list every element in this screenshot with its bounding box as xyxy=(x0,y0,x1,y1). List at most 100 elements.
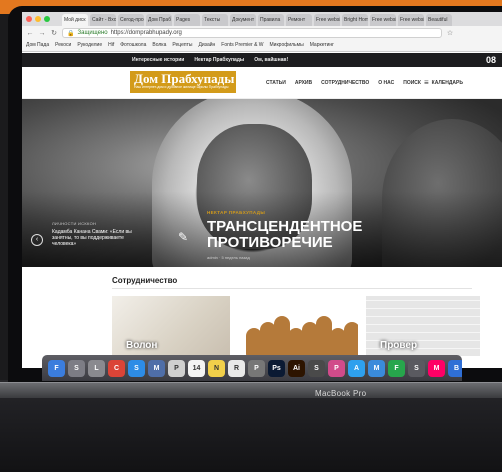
weather-day: 08 xyxy=(485,55,496,65)
bookmark-item[interactable]: Рекоси xyxy=(55,42,71,49)
calendar-label: КАЛЕНДАРЬ xyxy=(431,79,463,86)
calendar-link[interactable]: ≡ КАЛЕНДАРЬ xyxy=(424,78,463,87)
secure-label: Защищено xyxy=(77,30,108,36)
close-window-button[interactable] xyxy=(26,16,32,22)
bookmark-item[interactable]: Маркетинг xyxy=(310,42,334,49)
main-nav-item[interactable]: ПОИСК xyxy=(403,80,421,86)
article-card-2[interactable] xyxy=(238,296,358,356)
bookmark-item[interactable]: Рецепты xyxy=(172,42,192,49)
address-bar-row: ← → ↻ 🔒 Защищено https://domprabhupady.o… xyxy=(22,26,502,40)
top-strip-link[interactable]: Ом, вайшнав! xyxy=(254,57,288,63)
section-divider xyxy=(112,288,472,289)
browser-tab[interactable]: Тексты xyxy=(202,14,228,26)
browser-tab-strip: Мой дискСайт - ВходСегод-провДом ПрабPag… xyxy=(22,12,502,26)
reload-icon[interactable]: ↻ xyxy=(50,29,58,37)
site-header: Дом Прабхупады Наш интернет-дом и духовн… xyxy=(22,67,502,99)
maximize-window-button[interactable] xyxy=(44,16,50,22)
main-nav: СТАТЬИ АРХИВ СОТРУДНИЧЕСТВО О НАС ПОИСК xyxy=(266,80,421,86)
dock-app-icon[interactable]: P xyxy=(248,359,265,377)
browser-tab[interactable]: Free website xyxy=(314,14,340,26)
dock-app-icon[interactable]: S xyxy=(308,359,325,377)
device-brand: MacBook Pro xyxy=(315,389,367,398)
browser-tab[interactable]: Правила xyxy=(258,14,284,26)
article-card-1[interactable]: Волон xyxy=(112,296,230,356)
logo-title: Дом Прабхупады xyxy=(134,71,235,86)
site-logo[interactable]: Дом Прабхупады Наш интернет-дом и духовн… xyxy=(130,71,236,93)
logo-subtitle: Наш интернет-дом и духовное жилище Шрилы… xyxy=(134,85,229,89)
slider-prev-icon[interactable]: ‹ xyxy=(31,234,43,246)
browser-tab[interactable]: Мой диск xyxy=(62,14,88,26)
lock-icon: 🔒 xyxy=(67,30,75,37)
bookmark-item[interactable]: Фотошкола xyxy=(120,42,146,49)
main-nav-item[interactable]: СТАТЬИ xyxy=(266,80,286,86)
dock-app-icon[interactable]: N xyxy=(208,359,225,377)
dock-app-icon[interactable]: S xyxy=(68,359,85,377)
paper-figure xyxy=(344,322,358,356)
laptop-base xyxy=(0,382,502,398)
main-nav-item[interactable]: СОТРУДНИЧЕСТВО xyxy=(321,80,369,86)
bookmark-item[interactable]: Hif xyxy=(108,42,114,49)
dock-app-icon[interactable]: R xyxy=(228,359,245,377)
pencil-icon: ✎ xyxy=(178,230,189,244)
dock-app-icon[interactable]: F xyxy=(48,359,65,377)
dock-app-icon[interactable]: S xyxy=(128,359,145,377)
side-article-card[interactable]: ЛИЧНОСТИ ИСККОН Кадамба Канана Свами: «Е… xyxy=(52,221,142,247)
dock-app-icon[interactable]: A xyxy=(348,359,365,377)
dock-app-icon[interactable]: L xyxy=(88,359,105,377)
section-title: Сотрудничество xyxy=(112,276,178,285)
url-field[interactable]: 🔒 Защищено https://domprabhupady.org xyxy=(62,28,442,38)
side-article-title: Кадамба Канана Свами: «Если вы занятны, … xyxy=(52,229,132,247)
bookmark-item[interactable]: Fonts Premier & W xyxy=(221,42,263,49)
main-nav-item[interactable]: АРХИВ xyxy=(295,80,312,86)
bookmark-item[interactable]: Рукоделие xyxy=(77,42,102,49)
dock-app-icon[interactable]: M xyxy=(148,359,165,377)
bookmarks-bar: Дом Пада Рекоси Рукоделие Hif Фотошкола Волка… xyxy=(22,40,502,52)
window-controls xyxy=(26,16,50,22)
dock-app-icon[interactable]: Ai xyxy=(288,359,305,377)
browser-tab[interactable]: Ремонт xyxy=(286,14,312,26)
menu-icon[interactable]: ≡ xyxy=(424,78,429,87)
hero-article[interactable]: НЕКТАР ПРАБХУПАДЫ ТРАНСЦЕНДЕНТНОЕ ПРОТИВ… xyxy=(207,210,407,260)
dock-app-icon[interactable]: M xyxy=(428,359,445,377)
url-text: https://domprabhupady.org xyxy=(110,30,182,36)
hero-banner[interactable]: ‹ ЛИЧНОСТИ ИСККОН Кадамба Канана Свами: … xyxy=(22,99,502,267)
card-1-title: Волон xyxy=(126,340,158,351)
bookmark-item[interactable]: Дизайн xyxy=(198,42,215,49)
dock-app-icon[interactable]: P xyxy=(168,359,185,377)
dock-app-icon[interactable]: M xyxy=(368,359,385,377)
hero-title[interactable]: ТРАНСЦЕНДЕНТНОЕ ПРОТИВОРЕЧИЕ xyxy=(207,219,387,251)
browser-tab[interactable]: Free website xyxy=(370,14,396,26)
browser-tab[interactable]: Beautiful xyxy=(426,14,452,26)
bookmark-item[interactable]: Микрофильмы xyxy=(270,42,304,49)
browser-tab[interactable]: Сайт - Вход xyxy=(90,14,116,26)
bookmark-item[interactable]: Дом Пада xyxy=(26,42,49,49)
dock-app-icon[interactable]: C xyxy=(108,359,125,377)
article-card-3[interactable]: Провер xyxy=(366,296,480,356)
minimize-window-button[interactable] xyxy=(35,16,41,22)
site-top-strip: Интересные истории Нектар Прабхупады Ом, в… xyxy=(22,53,502,67)
dock-app-icon[interactable]: P xyxy=(328,359,345,377)
back-arrow-icon[interactable]: ← xyxy=(26,30,34,37)
dock-app-icon[interactable]: S xyxy=(408,359,425,377)
star-icon[interactable]: ☆ xyxy=(446,29,454,37)
dock-app-icon[interactable]: 14 xyxy=(188,359,205,377)
browser-tab[interactable]: Free website xyxy=(398,14,424,26)
top-strip-link[interactable]: Интересные истории xyxy=(132,57,184,63)
browser-tab[interactable]: Bright Homes xyxy=(342,14,368,26)
browser-tab[interactable]: Дом Праб xyxy=(146,14,172,26)
forward-arrow-icon[interactable]: → xyxy=(38,30,46,37)
dock-app-icon[interactable]: Ps xyxy=(268,359,285,377)
macos-dock: FSLCSMP14NRPPsAiSPAMFSMBV xyxy=(42,355,462,381)
browser-tab[interactable]: Документ xyxy=(230,14,256,26)
side-article-category: ЛИЧНОСТИ ИСККОН xyxy=(52,221,97,226)
dock-app-icon[interactable]: F xyxy=(388,359,405,377)
dock-app-icon[interactable]: B xyxy=(448,359,462,377)
top-strip-link[interactable]: Нектар Прабхупады xyxy=(194,57,244,63)
main-nav-item[interactable]: О НАС xyxy=(378,80,394,86)
hero-category: НЕКТАР ПРАБХУПАДЫ xyxy=(207,210,266,215)
browser-tab[interactable]: Сегод-пров xyxy=(118,14,144,26)
card-3-title: Провер xyxy=(380,340,418,351)
browser-tab[interactable]: Pages xyxy=(174,14,200,26)
bookmark-item[interactable]: Волка xyxy=(152,42,166,49)
hero-meta: admin · 5 недель назад xyxy=(207,255,250,260)
